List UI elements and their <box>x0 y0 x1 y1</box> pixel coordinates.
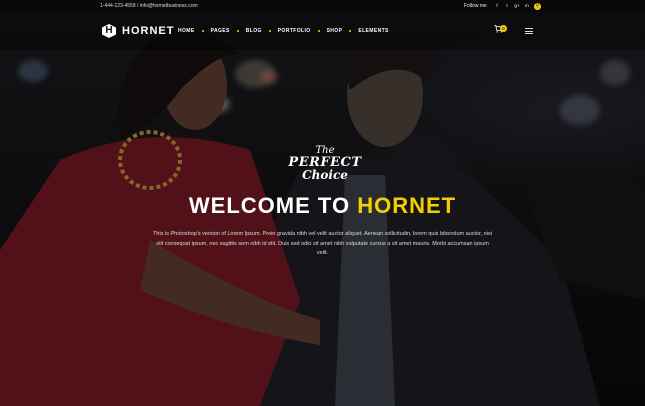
nav-item-shop[interactable]: SHOP <box>327 28 343 34</box>
hero-description: This is Photoshop's version of Lorem Ips… <box>153 231 492 256</box>
logo-icon: H <box>102 24 116 38</box>
nav-item-home[interactable]: HOME <box>178 28 195 34</box>
nav-separator <box>201 30 204 32</box>
hero-section: 1-444-123-4559 / info@hornetbusiness.com… <box>0 0 645 406</box>
follow-label: Follow me <box>464 3 487 9</box>
facebook-icon[interactable]: f <box>494 3 500 9</box>
nav-item-elements[interactable]: ELEMENTS <box>358 28 388 34</box>
google-plus-icon[interactable]: g+ <box>514 3 520 9</box>
menu-icon[interactable] <box>525 28 533 34</box>
nav-item-blog[interactable]: BLOG <box>246 28 262 34</box>
nav-separator <box>317 30 320 32</box>
social-links: f t g+ in ⚲ <box>494 2 541 10</box>
hero-title: WELCOME TO HORNET <box>0 193 645 219</box>
hero-title-prefix: WELCOME TO <box>188 193 358 218</box>
perfect-choice-script-logo: The PERFECT Choice <box>285 146 365 182</box>
nav-separator <box>268 30 271 32</box>
cart-count-badge: 0 <box>500 25 507 32</box>
contact-info: 1-444-123-4559 / info@hornetbusiness.com <box>100 3 198 9</box>
main-menu: HOME PAGES BLOG PORTFOLIO SHOP ELEMENTS <box>178 24 389 38</box>
nav-item-pages[interactable]: PAGES <box>211 28 230 34</box>
nav-item-portfolio[interactable]: PORTFOLIO <box>278 28 311 34</box>
nav-separator <box>349 30 352 32</box>
linkedin-icon[interactable]: in <box>524 3 530 9</box>
main-navbar: H HORNET HOME PAGES BLOG PORTFOLIO SHOP … <box>0 12 645 50</box>
logo-text: HORNET <box>122 25 175 37</box>
hero-title-accent: HORNET <box>357 193 457 218</box>
search-icon[interactable]: ⚲ <box>534 2 541 10</box>
nav-separator <box>236 30 239 32</box>
script-choice: Choice <box>302 168 348 182</box>
twitter-icon[interactable]: t <box>504 3 510 9</box>
site-logo[interactable]: H HORNET <box>102 24 174 38</box>
top-info-bar: 1-444-123-4559 / info@hornetbusiness.com… <box>0 0 645 12</box>
